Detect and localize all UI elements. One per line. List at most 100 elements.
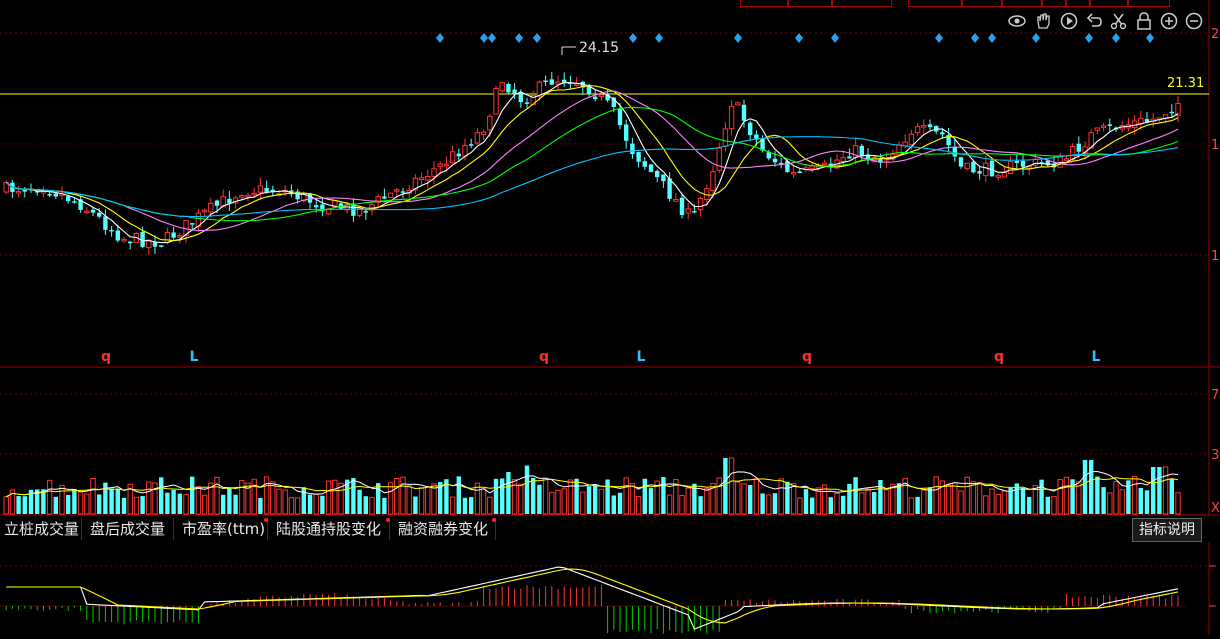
volume-bar bbox=[97, 494, 102, 514]
candle-body bbox=[859, 145, 864, 157]
volume-bar bbox=[642, 478, 647, 514]
volume-bar bbox=[159, 477, 164, 514]
signal-diamond-icon bbox=[971, 33, 979, 43]
lock-icon[interactable] bbox=[1135, 12, 1153, 30]
tab-hk-connect-holdings[interactable]: 陆股通持股变化 bbox=[270, 518, 390, 540]
volume-bar bbox=[790, 482, 797, 515]
candle-body bbox=[722, 128, 729, 147]
volume-bar bbox=[976, 482, 983, 515]
play-icon[interactable] bbox=[1060, 12, 1078, 30]
volume-bar bbox=[970, 481, 977, 515]
volume-bar bbox=[853, 477, 858, 514]
volume-bar bbox=[685, 487, 691, 515]
candle-body bbox=[593, 96, 598, 100]
candle-body bbox=[257, 185, 264, 193]
new-dot-icon bbox=[492, 518, 496, 522]
volume-bar bbox=[201, 494, 208, 515]
volume-panel[interactable]: 7 3 X bbox=[0, 368, 1220, 516]
signal-letter: L bbox=[1092, 349, 1101, 365]
volume-bar bbox=[1063, 476, 1070, 515]
price-axis-label-top: 2 bbox=[1211, 27, 1219, 42]
macd-panel[interactable] bbox=[0, 542, 1220, 635]
ma10-line bbox=[5, 85, 1179, 242]
tab-standing-volume[interactable]: 立桩成交量 bbox=[0, 518, 82, 540]
volume-bar bbox=[958, 490, 964, 515]
volume-bar bbox=[542, 477, 549, 515]
signal-diamond-icon bbox=[533, 33, 541, 43]
volume-bar bbox=[1020, 487, 1026, 514]
volume-bar bbox=[251, 478, 257, 515]
volume-bar bbox=[1138, 487, 1143, 514]
candle-body bbox=[1069, 146, 1076, 161]
zoom-out-icon[interactable] bbox=[1185, 12, 1203, 30]
candle-body bbox=[1020, 160, 1026, 167]
candle-body bbox=[697, 197, 704, 211]
volume-bar bbox=[766, 494, 772, 515]
candle-body bbox=[989, 160, 995, 177]
volume-bar bbox=[400, 476, 406, 515]
candle-body bbox=[1100, 125, 1107, 128]
tab-after-hours-volume[interactable]: 盘后成交量 bbox=[84, 518, 174, 540]
volume-bar bbox=[84, 493, 90, 515]
candle-body bbox=[642, 161, 647, 167]
zoom-in-icon[interactable] bbox=[1160, 12, 1178, 30]
candle-body bbox=[164, 232, 171, 244]
volume-bar bbox=[537, 484, 542, 514]
volume-bar bbox=[469, 497, 474, 514]
volume-bar bbox=[580, 491, 586, 515]
volume-bar bbox=[989, 488, 995, 515]
candle-body bbox=[400, 191, 406, 193]
volume-bar bbox=[1144, 490, 1150, 514]
volume-bar bbox=[629, 483, 636, 515]
volume-bar bbox=[865, 488, 871, 515]
candle-body bbox=[741, 104, 747, 121]
candle-body bbox=[549, 79, 554, 85]
volume-bar bbox=[413, 496, 418, 514]
volume-bar bbox=[171, 489, 176, 514]
macd-chart[interactable] bbox=[0, 542, 1220, 635]
volume-bar bbox=[500, 478, 505, 514]
candlestick-chart[interactable]: q Lq Lq q L 24.15 21.31 2 1 1 bbox=[0, 0, 1220, 368]
volume-bar bbox=[883, 489, 890, 515]
volume-bar bbox=[555, 489, 561, 515]
indicator-help-button[interactable]: 指标说明 bbox=[1132, 518, 1202, 542]
volume-bar bbox=[915, 496, 920, 514]
volume-bar bbox=[896, 483, 902, 514]
volume-bar bbox=[574, 478, 579, 514]
price-panel[interactable]: q Lq Lq q L 24.15 21.31 2 1 1 bbox=[0, 0, 1220, 368]
candle-body bbox=[821, 162, 828, 166]
volume-bar bbox=[115, 489, 120, 514]
tab-label: 市盈率(ttm) bbox=[182, 520, 266, 538]
candle-body bbox=[363, 211, 368, 213]
volume-bar bbox=[518, 483, 524, 515]
volume-bar bbox=[425, 486, 431, 515]
volume-bar bbox=[735, 481, 741, 515]
tab-margin-trading[interactable]: 融资融券变化 bbox=[392, 518, 496, 540]
volume-bar bbox=[165, 492, 170, 514]
volume-bar bbox=[1169, 478, 1174, 514]
volume-bar bbox=[487, 496, 493, 515]
macd-lines bbox=[6, 566, 1179, 630]
volume-bar bbox=[152, 482, 158, 515]
volume-bar bbox=[1151, 467, 1156, 514]
volume-bar bbox=[1039, 479, 1044, 514]
candle-body bbox=[425, 175, 431, 181]
volume-bar bbox=[964, 476, 970, 515]
signal-diamond-icon bbox=[655, 33, 663, 43]
volume-chart[interactable]: 7 3 X bbox=[0, 368, 1220, 516]
hand-icon[interactable] bbox=[1034, 12, 1052, 30]
eye-icon[interactable] bbox=[1008, 12, 1026, 30]
volume-bar bbox=[276, 488, 282, 515]
volume-bar bbox=[524, 465, 530, 514]
undo-icon[interactable] bbox=[1086, 12, 1104, 30]
volume-bar bbox=[1131, 476, 1138, 515]
volume-bar bbox=[177, 493, 182, 514]
indicator-tab-bar: 立桩成交量 盘后成交量 市盈率(ttm) 陆股通持股变化 融资融券变化 指标说明 bbox=[0, 516, 1220, 542]
signal-diamond-icon bbox=[1112, 33, 1120, 43]
volume-bar bbox=[772, 493, 778, 514]
candle-body bbox=[809, 165, 815, 170]
candle-body bbox=[469, 144, 474, 146]
scissors-icon[interactable] bbox=[1110, 12, 1128, 30]
candle-body bbox=[72, 201, 77, 203]
tab-pe-ttm[interactable]: 市盈率(ttm) bbox=[176, 518, 268, 540]
